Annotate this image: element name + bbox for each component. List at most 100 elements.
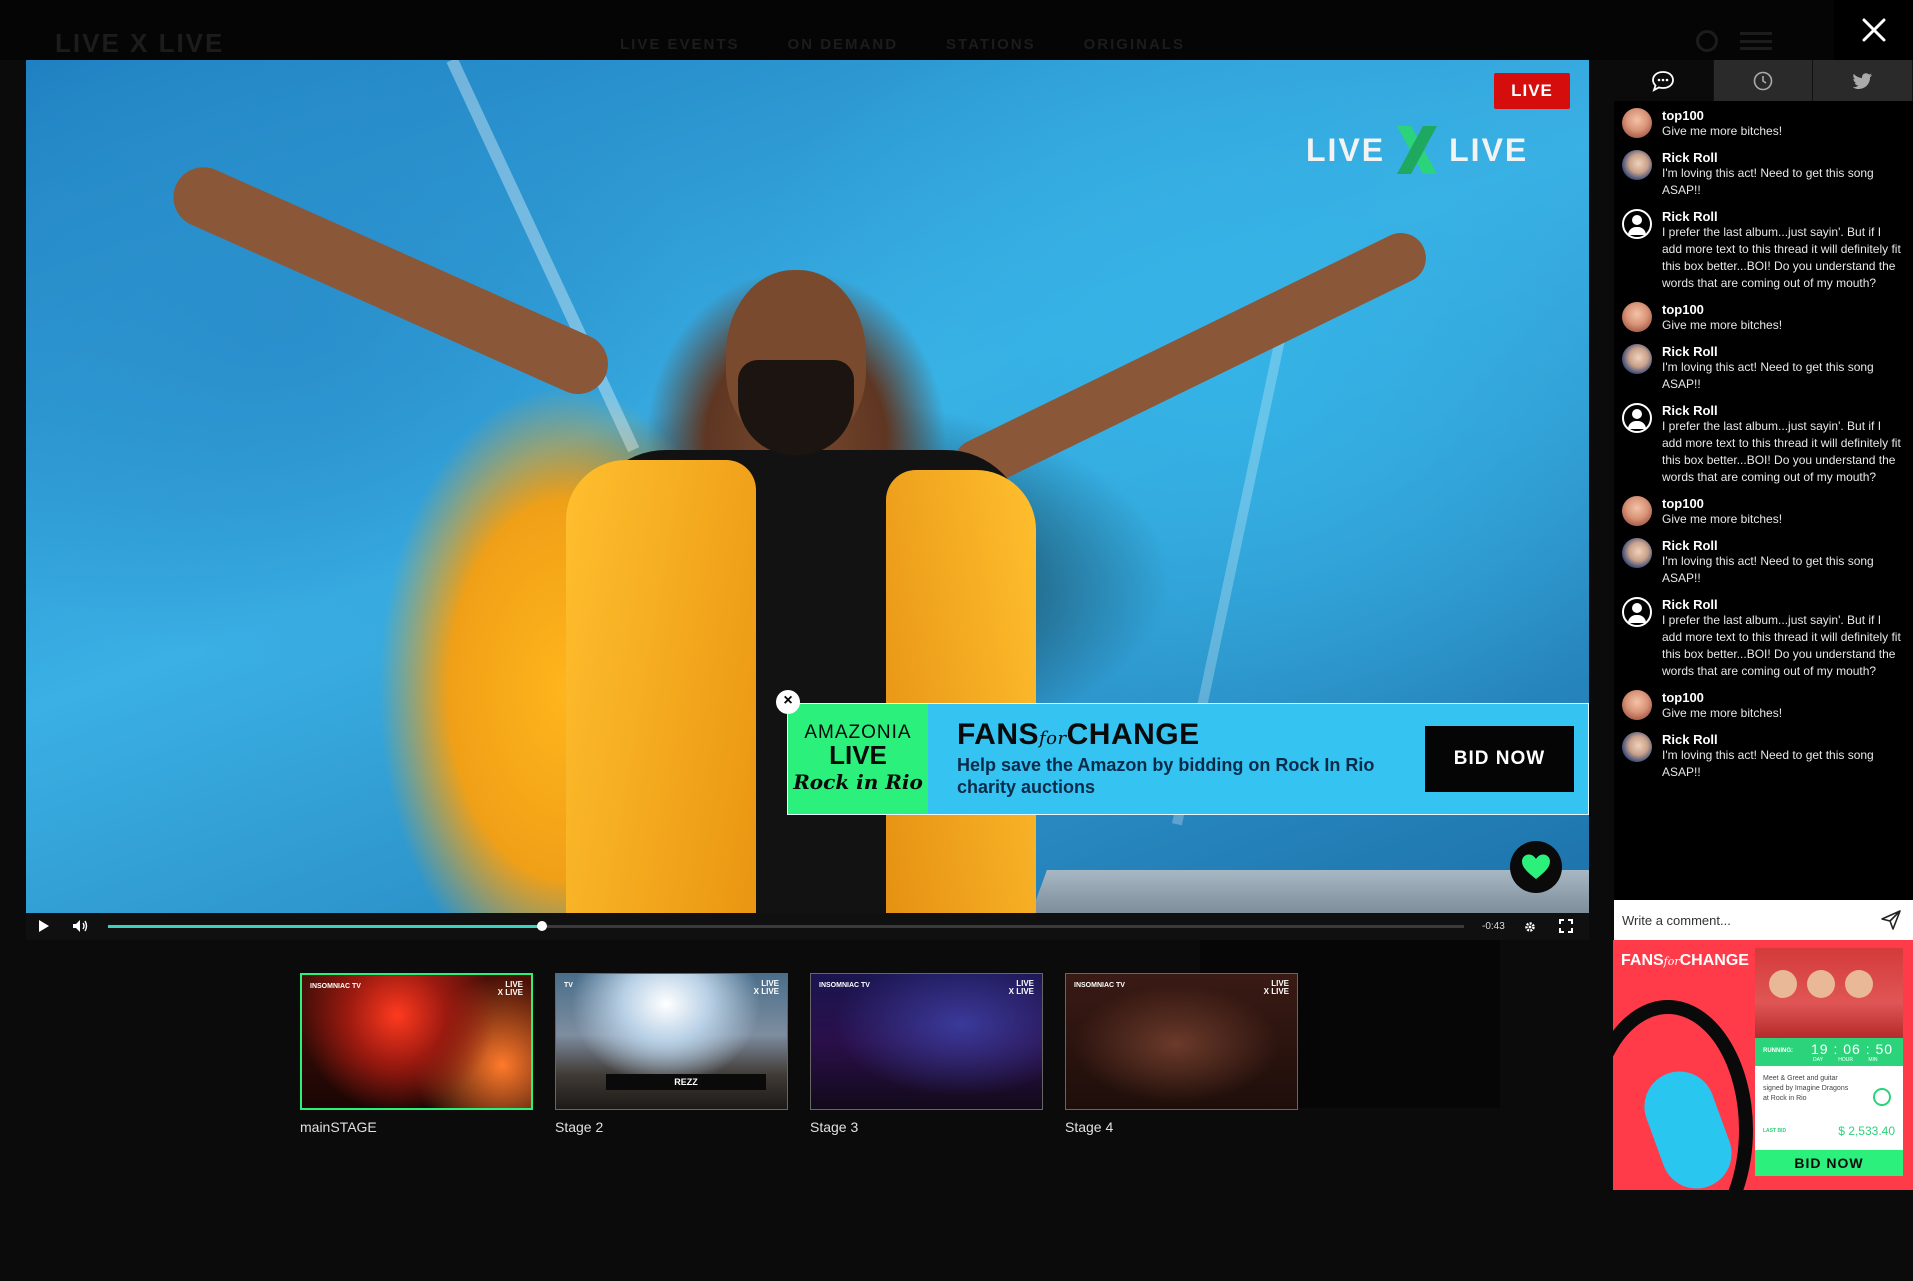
- comment-box: [1614, 900, 1913, 940]
- clock-icon: [1753, 71, 1773, 90]
- play-button[interactable]: [38, 919, 50, 938]
- time-remaining: -0:43: [1482, 921, 1505, 932]
- message-text: I prefer the last album...just sayin'. B…: [1662, 613, 1901, 678]
- fullscreen-icon: [1559, 919, 1573, 933]
- thumbnail-logo: LIVE X LIVE: [1263, 979, 1289, 996]
- thumbnail-badge: INSOMNIAC TV: [1074, 982, 1125, 989]
- side-ad[interactable]: FANSforCHANGE RUNNING: 19 : 06 : 50 DAY …: [1613, 940, 1913, 1190]
- side-ad-title: FANSforCHANGE: [1621, 952, 1749, 970]
- stage-thumbnails: INSOMNIAC TV LIVE X LIVE mainSTAGE TV LIV…: [300, 973, 1298, 1135]
- ad-logo-line2: LIVE: [829, 740, 887, 770]
- nav-link-live-events: LIVE EVENTS: [620, 36, 740, 53]
- avatar: [1622, 108, 1652, 138]
- stage-thumbnail-stage-2[interactable]: TV LIVE X LIVE REZZ Stage 2: [555, 973, 788, 1135]
- chat-message: top100 Give me more bitches!: [1614, 302, 1913, 334]
- watermark-left: LIVE: [1306, 131, 1386, 168]
- hamburger-menu-icon: [1740, 32, 1772, 50]
- default-avatar-icon: [1622, 597, 1652, 627]
- thumbnail-label: Stage 2: [555, 1119, 604, 1135]
- settings-button[interactable]: [1524, 920, 1536, 938]
- last-bid-label: LAST BID: [1763, 1128, 1787, 1134]
- send-icon: [1881, 910, 1901, 930]
- chat-bubble-icon: [1652, 70, 1675, 92]
- chat-message: Rick Roll I prefer the last album...just …: [1614, 403, 1913, 486]
- nav-links: LIVE EVENTS ON DEMAND STATIONS ORIGINALS: [620, 36, 1185, 53]
- stage-thumbnail-mainstage[interactable]: INSOMNIAC TV LIVE X LIVE mainSTAGE: [300, 973, 533, 1135]
- comment-input[interactable]: [1622, 900, 1867, 940]
- thumbnail-image: INSOMNIAC TV LIVE X LIVE: [1065, 973, 1298, 1110]
- ad-logo-line3: Rock in Rio: [793, 770, 923, 794]
- stage-thumbnail-stage-3[interactable]: INSOMNIAC TV LIVE X LIVE Stage 3: [810, 973, 1043, 1135]
- chat-message: Rick Roll I prefer the last album...just …: [1614, 209, 1913, 292]
- like-button[interactable]: [1510, 841, 1562, 893]
- play-icon: [39, 920, 49, 932]
- progress-handle[interactable]: [536, 921, 547, 931]
- avatar: [1622, 302, 1652, 332]
- timer-units: DAY HOUR MIN: [1813, 1057, 1878, 1063]
- avatar: [1622, 690, 1652, 720]
- thumbnail-image: INSOMNIAC TV LIVE X LIVE: [300, 973, 533, 1110]
- thumbnail-image: INSOMNIAC TV LIVE X LIVE: [810, 973, 1043, 1110]
- message-username: top100: [1662, 496, 1704, 511]
- ad-title-b: CHANGE: [1066, 718, 1200, 751]
- tab-twitter[interactable]: [1813, 60, 1913, 101]
- tab-chat[interactable]: [1614, 60, 1714, 101]
- message-text: I prefer the last album...just sayin'. B…: [1662, 225, 1901, 290]
- message-text: I'm loving this act! Need to get this so…: [1662, 360, 1874, 391]
- video-watermark-logo: LIVE LIVE: [1306, 122, 1528, 178]
- bid-now-button[interactable]: BID NOW: [1425, 726, 1574, 792]
- message-username: top100: [1662, 302, 1704, 317]
- performer-arm: [945, 224, 1435, 498]
- progress-bar[interactable]: [108, 921, 1464, 931]
- thumbnail-label: Stage 4: [1065, 1119, 1114, 1135]
- avatar: [1622, 538, 1652, 568]
- live-badge: LIVE: [1494, 73, 1570, 109]
- auction-timer: RUNNING: 19 : 06 : 50 DAY HOUR MIN: [1755, 1038, 1903, 1066]
- message-username: Rick Roll: [1662, 403, 1718, 418]
- chat-message: Rick Roll I'm loving this act! Need to ge…: [1614, 732, 1913, 781]
- amazonia-live-logo: AMAZONIA LIVE Rock in Rio: [788, 704, 928, 814]
- band-member: [1769, 970, 1797, 998]
- ad-title-a: FANS: [957, 718, 1040, 751]
- gear-icon: [1525, 922, 1535, 932]
- message-username: Rick Roll: [1662, 597, 1718, 612]
- message-text: I prefer the last album...just sayin'. B…: [1662, 419, 1901, 484]
- nav-link-on-demand: ON DEMAND: [787, 36, 899, 53]
- message-username: Rick Roll: [1662, 538, 1718, 553]
- message-text: I'm loving this act! Need to get this so…: [1662, 748, 1874, 779]
- last-bid-amount: $ 2,533.40: [1838, 1124, 1895, 1138]
- chat-panel: top100 Give me more bitches! Rick Roll I'm…: [1614, 60, 1913, 940]
- ad-close-button[interactable]: ×: [776, 690, 800, 714]
- watermark-right: LIVE: [1449, 131, 1529, 168]
- close-overlay-button[interactable]: [1834, 0, 1913, 60]
- band-member: [1807, 970, 1835, 998]
- fullscreen-button[interactable]: [1559, 919, 1573, 938]
- progress-fill: [108, 925, 542, 928]
- thumbnail-badge: TV: [564, 982, 573, 989]
- timer-label: RUNNING:: [1763, 1048, 1793, 1054]
- fans-for-change-ad-banner[interactable]: AMAZONIA LIVE Rock in Rio FANSforCHANGE …: [787, 703, 1589, 815]
- thumbnail-badge: INSOMNIAC TV: [819, 982, 870, 989]
- auction-text: Meet & Greet and guitar signed by Imagin…: [1763, 1075, 1849, 1102]
- message-text: I'm loving this act! Need to get this so…: [1662, 166, 1874, 197]
- tab-history[interactable]: [1713, 60, 1814, 101]
- site-logo: LIVE X LIVE: [55, 28, 225, 58]
- ad-title: FANSforCHANGE: [957, 718, 1200, 752]
- volume-button[interactable]: [72, 919, 88, 938]
- avatar: [1622, 732, 1652, 762]
- close-icon: [1862, 18, 1885, 42]
- message-text: Give me more bitches!: [1662, 706, 1783, 720]
- chat-message: top100 Give me more bitches!: [1614, 690, 1913, 722]
- performer-vest: [566, 460, 756, 940]
- side-ad-bid-now-button[interactable]: BID NOW: [1755, 1150, 1903, 1176]
- stage-thumbnail-stage-4[interactable]: INSOMNIAC TV LIVE X LIVE Stage 4: [1065, 973, 1298, 1135]
- avatar: [1622, 344, 1652, 374]
- thumbnail-logo: LIVE X LIVE: [753, 979, 779, 996]
- band-member: [1845, 970, 1873, 998]
- thumbnail-label: mainSTAGE: [300, 1119, 377, 1135]
- send-button[interactable]: [1880, 909, 1902, 936]
- chat-message: Rick Roll I'm loving this act! Need to ge…: [1614, 538, 1913, 587]
- message-text: Give me more bitches!: [1662, 318, 1783, 332]
- chat-message: Rick Roll I'm loving this act! Need to ge…: [1614, 150, 1913, 199]
- chat-message: Rick Roll I prefer the last album...just …: [1614, 597, 1913, 680]
